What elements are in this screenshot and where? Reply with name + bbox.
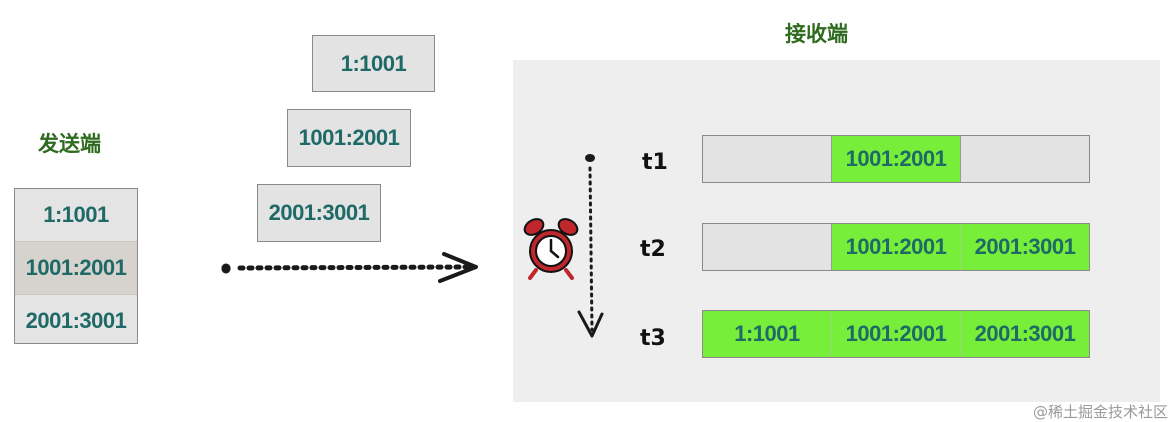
sender-segment: 1:1001 <box>43 202 109 227</box>
time-label: t3 <box>640 326 666 351</box>
packet-box: 2001:3001 <box>257 184 381 242</box>
receiver-title: 接收端 <box>785 22 848 46</box>
buffer-segment <box>960 136 1089 182</box>
sender-buffer: 1:1001 1001:2001 2001:3001 <box>14 188 138 344</box>
sender-segment: 2001:3001 <box>25 308 127 333</box>
buffer-segment <box>703 224 831 270</box>
alarm-clock-icon <box>523 218 579 280</box>
time-label: t1 <box>642 150 668 175</box>
watermark: @稀土掘金技术社区 <box>1032 403 1168 421</box>
buffer-segment: 1001:2001 <box>831 311 960 357</box>
buffer-segment <box>703 136 831 182</box>
buffer-segment: 1001:2001 <box>831 224 960 270</box>
receive-buffer-row: 1001:2001 <box>702 135 1090 183</box>
buffer-segment: 1:1001 <box>703 311 831 357</box>
receive-buffer-row: 1:1001 1001:2001 2001:3001 <box>702 310 1090 358</box>
buffer-segment: 1001:2001 <box>831 136 960 182</box>
packet-box: 1001:2001 <box>287 109 411 167</box>
receive-buffer-row: 1001:2001 2001:3001 <box>702 223 1090 271</box>
packet-box: 1:1001 <box>312 35 435 92</box>
dotted-arrow-icon <box>221 252 478 283</box>
buffer-segment: 2001:3001 <box>960 311 1089 357</box>
time-label: t2 <box>640 237 666 262</box>
buffer-segment: 2001:3001 <box>960 224 1089 270</box>
sender-segment: 1001:2001 <box>15 241 137 295</box>
sender-title: 发送端 <box>38 132 101 156</box>
